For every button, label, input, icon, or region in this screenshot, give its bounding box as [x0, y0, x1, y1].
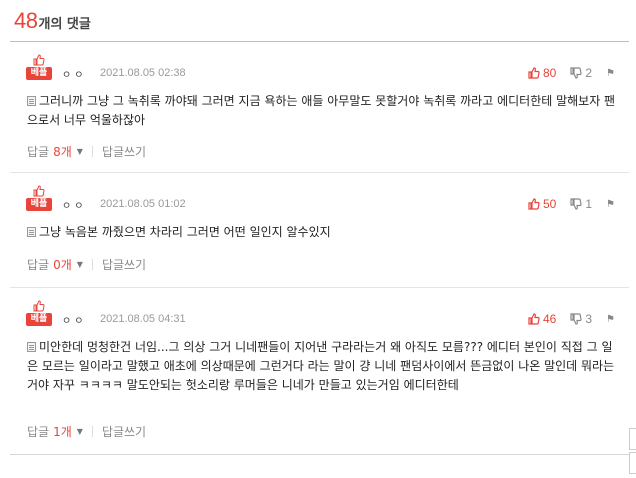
- thumbs-up-icon: [528, 198, 540, 210]
- comment-text: 그러니까 그냥 그 녹취록 까야돼 그러면 지금 욕하는 애들 아무말도 못할거…: [27, 94, 616, 127]
- comment-header: 48 개의 댓글: [14, 8, 91, 38]
- thumbs-up-icon: [528, 313, 540, 325]
- like-count: 50: [542, 197, 557, 211]
- comment-date: 2021.08.05 01:02: [100, 198, 186, 210]
- comment-text: 그냥 녹음본 까줬으면 차라리 그러면 어떤 일인지 알수있지: [39, 225, 331, 239]
- nickname[interactable]: ㅇㅇ: [62, 197, 86, 212]
- thumbs-down-icon: [570, 67, 582, 79]
- comment-list: 베플 ㅇㅇ 2021.08.05 02:38 80 2 ⚑ 그러니까 그냥 그 …: [10, 42, 629, 455]
- best-badge: 베플: [26, 54, 52, 81]
- vote-group: 80 2 ⚑: [514, 66, 615, 80]
- vote-group: 46 3 ⚑: [514, 312, 615, 326]
- document-icon: [27, 227, 36, 237]
- flag-icon[interactable]: ⚑: [606, 314, 615, 325]
- caret-down-icon: ▼: [76, 427, 83, 436]
- dislike-count: 2: [585, 66, 593, 80]
- flag-icon[interactable]: ⚑: [606, 68, 615, 79]
- divider: [91, 146, 93, 157]
- best-label: 베플: [26, 198, 52, 211]
- like-button[interactable]: 46: [528, 312, 556, 326]
- reply-toggle[interactable]: 답글 8개 ▼: [27, 143, 83, 160]
- comment-count-label: 개의 댓글: [38, 17, 91, 32]
- like-count: 46: [542, 312, 557, 326]
- dislike-button[interactable]: 3: [570, 312, 592, 326]
- side-tab[interactable]: [629, 452, 636, 474]
- dislike-button[interactable]: 2: [570, 66, 592, 80]
- write-reply-button[interactable]: 답글쓰기: [102, 256, 146, 273]
- best-label: 베플: [26, 313, 52, 326]
- best-label: 베플: [26, 67, 52, 80]
- comment-item: 베플 ㅇㅇ 2021.08.05 01:02 50 1 ⚑ 그냥 녹음본 까줬으…: [10, 173, 629, 288]
- document-icon: [27, 342, 36, 352]
- like-button[interactable]: 50: [528, 197, 556, 211]
- comment-item: 베플 ㅇㅇ 2021.08.05 04:31 46 3 ⚑ 미안한데 멍청한건 …: [10, 288, 629, 455]
- flag-icon[interactable]: ⚑: [606, 199, 615, 210]
- comment-item: 베플 ㅇㅇ 2021.08.05 02:38 80 2 ⚑ 그러니까 그냥 그 …: [10, 42, 629, 173]
- divider: [91, 259, 93, 270]
- comment-actions: 답글 0개 ▼ 답글쓰기: [27, 256, 146, 273]
- comment-count: 48: [14, 8, 38, 33]
- like-count: 80: [542, 66, 557, 80]
- comment-date: 2021.08.05 04:31: [100, 313, 186, 325]
- caret-down-icon: ▼: [76, 147, 83, 156]
- reply-toggle[interactable]: 답글 1개 ▼: [27, 423, 83, 440]
- dislike-count: 1: [585, 197, 593, 211]
- reply-toggle[interactable]: 답글 0개 ▼: [27, 256, 83, 273]
- dislike-count: 3: [585, 312, 593, 326]
- vote-group: 50 1 ⚑: [514, 197, 615, 211]
- comment-body: 그냥 녹음본 까줬으면 차라리 그러면 어떤 일인지 알수있지: [27, 223, 617, 242]
- caret-down-icon: ▼: [76, 260, 83, 269]
- comment-actions: 답글 1개 ▼ 답글쓰기: [27, 423, 146, 440]
- like-button[interactable]: 80: [528, 66, 556, 80]
- comment-body: 미안한데 멍청한건 너임...그 의상 그거 니네팬들이 지어낸 구라라는거 왜…: [27, 338, 617, 395]
- comment-text: 미안한데 멍청한건 너임...그 의상 그거 니네팬들이 지어낸 구라라는거 왜…: [27, 340, 615, 392]
- reply-label: 답글: [27, 425, 50, 439]
- nickname[interactable]: ㅇㅇ: [62, 312, 86, 327]
- document-icon: [27, 96, 36, 106]
- comment-body: 그러니까 그냥 그 녹취록 까야돼 그러면 지금 욕하는 애들 아무말도 못할거…: [27, 92, 617, 130]
- reply-count: 8개: [53, 145, 72, 159]
- side-tab[interactable]: [629, 428, 636, 450]
- comment-actions: 답글 8개 ▼ 답글쓰기: [27, 143, 146, 160]
- write-reply-button[interactable]: 답글쓰기: [102, 423, 146, 440]
- thumbs-down-icon: [570, 313, 582, 325]
- reply-label: 답글: [27, 145, 50, 159]
- thumbs-up-icon: [528, 67, 540, 79]
- best-badge: 베플: [26, 300, 52, 327]
- write-reply-button[interactable]: 답글쓰기: [102, 143, 146, 160]
- reply-count: 1개: [53, 425, 72, 439]
- reply-label: 답글: [27, 258, 50, 272]
- nickname[interactable]: ㅇㅇ: [62, 66, 86, 81]
- best-badge: 베플: [26, 185, 52, 212]
- divider: [91, 426, 93, 437]
- dislike-button[interactable]: 1: [570, 197, 592, 211]
- reply-count: 0개: [53, 258, 72, 272]
- thumbs-down-icon: [570, 198, 582, 210]
- comment-date: 2021.08.05 02:38: [100, 67, 186, 79]
